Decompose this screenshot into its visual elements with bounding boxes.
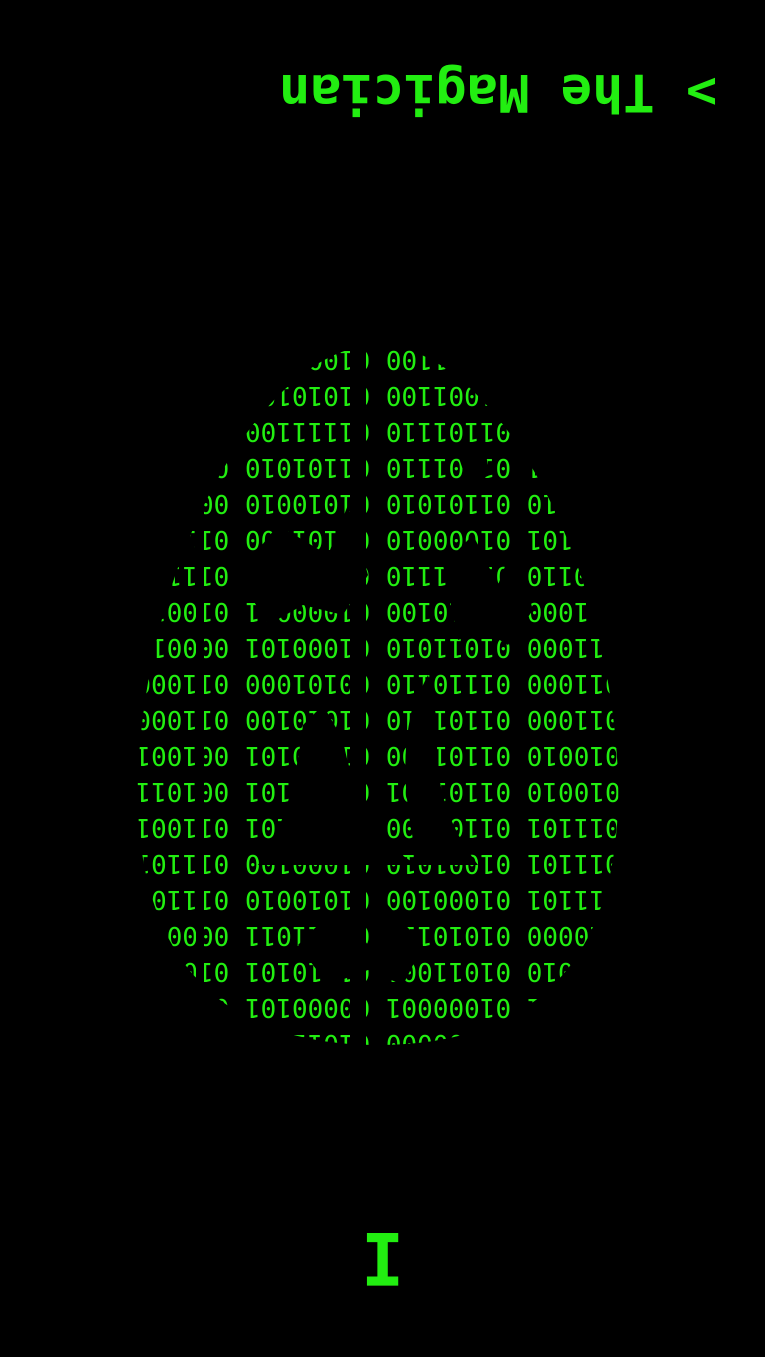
binary-row: 011101 01101110 01101010 011101 bbox=[135, 452, 620, 482]
binary-row: 010000 01010111 01011011 000001 bbox=[135, 920, 620, 950]
binary-row: 011101 00100000 01011100 011011 bbox=[135, 1028, 620, 1045]
binary-row: 011000 01110110 00101000 011000 bbox=[135, 668, 620, 698]
binary-row: 010010 01001100 01010100 011001 bbox=[135, 380, 620, 410]
binary-row: 011101 01101110 01111100 011101 bbox=[135, 416, 620, 446]
tarot-card: > The Magician 010010 01001100 01001100 … bbox=[0, 0, 765, 1357]
binary-row: 010010 01101000 01010101 001001 bbox=[135, 740, 620, 770]
binary-row: 011101 01001010 01000100 011101 bbox=[135, 848, 620, 878]
binary-row: 011000 01010100 01000011 010011 bbox=[135, 596, 620, 626]
card-number: I bbox=[360, 1216, 405, 1300]
binary-row: 010010 01101001 01010101 001011 bbox=[135, 776, 620, 806]
binary-row: 011101 01101100 01010101 011001 bbox=[135, 812, 620, 842]
binary-art-egg: 010010 01001100 01001100 011001 010010 01… bbox=[128, 345, 628, 1045]
binary-row: 011000 01101110 01010100 011000 bbox=[135, 704, 620, 734]
binary-art-svg: 010010 01001100 01001100 011001 010010 01… bbox=[135, 345, 620, 1045]
binary-row: 000101 01000001 00000101 010001 bbox=[135, 992, 620, 1022]
binary-row: 011000 01011010 01000101 000011 bbox=[135, 632, 620, 662]
binary-row: 010010 01001100 01001100 011001 bbox=[135, 345, 620, 374]
binary-row: 010101 01000010 01101100 011011 bbox=[135, 524, 620, 554]
binary-row: 010110 01001110 01101110 011101 bbox=[135, 560, 620, 590]
binary-row: 011101 01000100 01010010 011101 bbox=[135, 884, 620, 914]
card-title: > The Magician bbox=[278, 62, 717, 122]
binary-row: 010010 01101010 01010010 000010 bbox=[135, 488, 620, 518]
binary-row: 011010 01011001 01010101 010001 bbox=[135, 956, 620, 986]
